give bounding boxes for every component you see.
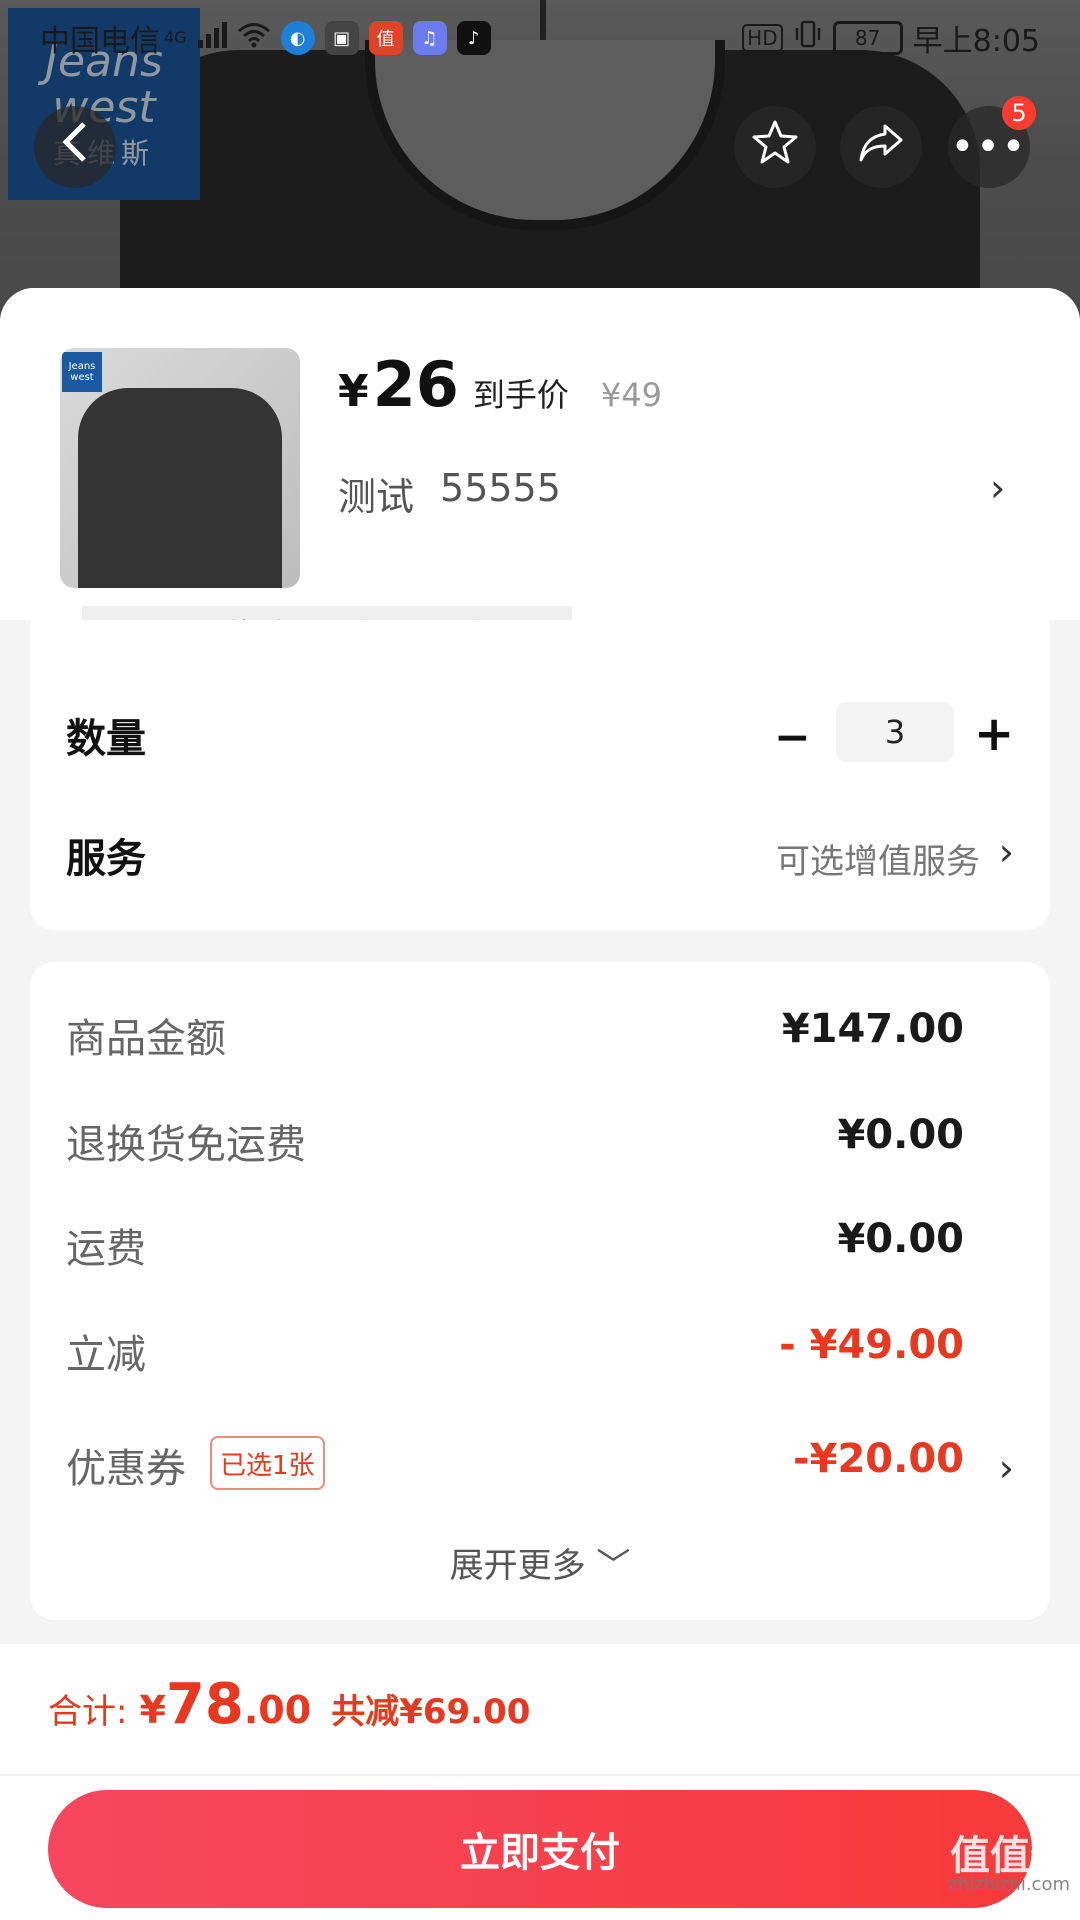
selected-spec-value: 55555 — [440, 466, 561, 510]
product-thumbnail[interactable]: Jeans west — [60, 348, 300, 588]
service-label: 服务 — [66, 836, 146, 882]
favorite-button[interactable] — [734, 106, 816, 188]
status-bar-left: 中国电信 4G ◐ ▣ 值 ♫ ♪ — [40, 16, 491, 60]
status-bar: 中国电信 4G ◐ ▣ 值 ♫ ♪ HD 87 早上8:05 — [0, 0, 1080, 76]
thumbnail-shirt — [78, 388, 282, 588]
total-currency: ¥ — [139, 1688, 166, 1732]
coupon-label: 优惠券 — [66, 1446, 186, 1492]
clock: 早上8:05 — [912, 24, 1040, 59]
battery-indicator: 87 — [832, 21, 903, 55]
chevron-right-icon[interactable]: › — [999, 830, 1014, 874]
share-button[interactable] — [840, 106, 922, 188]
sku-header: Jeans west ¥ 26 到手价 ¥49 测试 55555 › — [0, 288, 1080, 620]
coupon-value[interactable]: -¥20.00 — [793, 1436, 964, 1482]
price-row: ¥ 26 到手价 ¥49 — [338, 348, 662, 421]
quantity-increase-button[interactable]: + — [974, 706, 1014, 762]
watermark-url: zhizhizhi.com — [948, 1874, 1070, 1895]
goods-amount-label: 商品金额 — [66, 1016, 226, 1062]
total-amount-decimal: .00 — [243, 1688, 312, 1732]
final-price: 26 — [372, 348, 459, 421]
pay-now-button[interactable]: 立即支付 — [48, 1790, 1032, 1908]
chevron-left-icon — [60, 120, 90, 174]
goods-amount-value: ¥147.00 — [781, 1006, 964, 1052]
shipping-fee-label: 运费 — [66, 1226, 146, 1272]
footer-divider — [0, 1774, 1080, 1776]
more-dots-icon: ••• — [950, 124, 1028, 170]
selected-spec[interactable]: 测试 55555 — [338, 466, 561, 521]
original-price: ¥49 — [600, 376, 662, 414]
music-icon: ♫ — [412, 21, 447, 55]
instant-discount-label: 立减 — [66, 1332, 146, 1378]
vibrate-icon — [793, 19, 823, 57]
watermark-text: 值值值 — [950, 1833, 1070, 1879]
order-sheet: Jeans west ¥ 26 到手价 ¥49 测试 55555 › 3XL(体… — [0, 288, 1080, 1920]
total-row: 合计: ¥ 78 .00 共减¥69.00 — [48, 1672, 530, 1737]
coupon-selected-tag[interactable]: 已选1张 — [210, 1436, 325, 1490]
quantity-decrease-button[interactable]: − — [774, 712, 811, 763]
final-price-label: 到手价 — [472, 376, 569, 414]
star-icon — [751, 118, 799, 176]
quantity-label: 数量 — [66, 716, 146, 762]
share-icon — [857, 118, 905, 176]
back-button[interactable] — [34, 106, 116, 188]
checkout-footer: 合计: ¥ 78 .00 共减¥69.00 立即支付 — [0, 1644, 1080, 1920]
huawei-browser-icon: ◐ — [280, 21, 315, 55]
site-watermark: 值值值 zhizhizhi.com — [930, 1836, 1070, 1894]
price-currency: ¥ — [338, 366, 369, 417]
service-hint[interactable]: 可选增值服务 — [776, 834, 980, 883]
quantity-input[interactable]: 3 — [836, 702, 954, 762]
thumbnail-brand-logo: Jeans west — [62, 352, 102, 392]
total-saved: 共减¥69.00 — [331, 1692, 531, 1732]
more-button[interactable]: ••• 5 — [948, 96, 1036, 188]
total-label: 合计: — [48, 1692, 128, 1732]
instant-discount-value: - ¥49.00 — [779, 1322, 964, 1368]
tiktok-icon: ♪ — [456, 21, 491, 55]
amount-summary-card: 商品金额 ¥147.00 退换货免运费 ¥0.00 运费 ¥0.00 立减 - … — [30, 962, 1050, 1620]
zhi-app-icon: 值 — [368, 21, 403, 55]
wifi-icon — [237, 21, 271, 56]
carrier-name: 中国电信 — [40, 24, 160, 59]
network-type: 4G — [164, 28, 187, 47]
signal-icon — [197, 21, 227, 56]
return-shipping-value: ¥0.00 — [837, 1112, 964, 1158]
expand-more-button[interactable]: 展开更多 ﹀ — [30, 1538, 1050, 1587]
selected-spec-label: 测试 — [338, 475, 415, 519]
total-amount-integer: 78 — [165, 1672, 244, 1737]
chevron-right-icon[interactable]: › — [990, 466, 1005, 510]
chevron-right-icon[interactable]: › — [999, 1446, 1014, 1490]
shipping-fee-value: ¥0.00 — [837, 1216, 964, 1262]
quantity-service-card: 数量 − 3 + 服务 可选增值服务 › — [30, 620, 1050, 930]
return-shipping-label: 退换货免运费 — [66, 1122, 306, 1168]
huawei-appgallery-icon: ▣ — [324, 21, 359, 55]
status-bar-right: HD 87 早上8:05 — [742, 16, 1040, 60]
hd-indicator: HD — [742, 24, 783, 52]
notification-badge: 5 — [1002, 96, 1036, 130]
